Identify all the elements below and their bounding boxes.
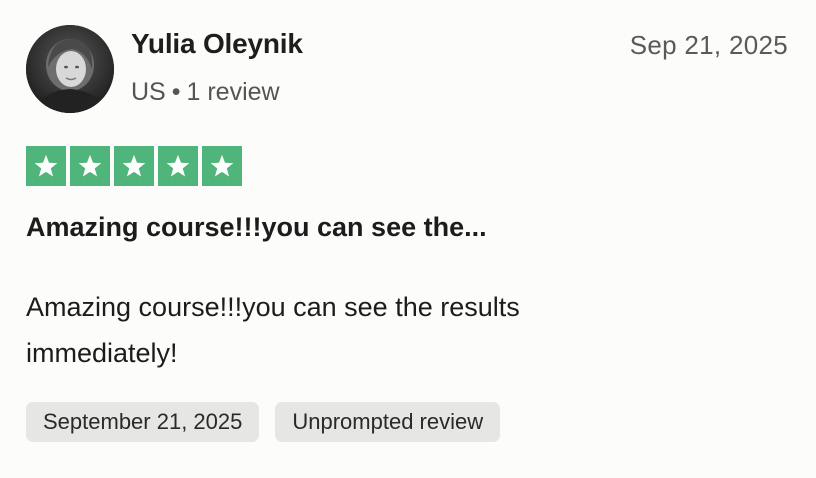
reviewer-country: US xyxy=(131,78,166,106)
star-rating xyxy=(26,146,242,186)
reviewer-meta: US • 1 review xyxy=(131,78,280,107)
review-tags: September 21, 2025 Unprompted review xyxy=(26,402,501,442)
star-icon xyxy=(70,146,110,186)
review-card: Yulia Oleynik US • 1 review Sep 21, 2025 A… xyxy=(0,0,816,478)
review-body: Amazing course!!!you can see the results… xyxy=(26,292,520,368)
star-icon xyxy=(202,146,242,186)
star-icon xyxy=(26,146,66,186)
review-date: Sep 21, 2025 xyxy=(629,30,788,60)
meta-separator: • xyxy=(171,78,181,106)
reviewer-name[interactable]: Yulia Oleynik xyxy=(131,28,303,60)
unprompted-review-tag[interactable]: Unprompted review xyxy=(275,402,501,442)
star-icon xyxy=(114,146,154,186)
star-icon xyxy=(158,146,198,186)
date-of-experience-tag: September 21, 2025 xyxy=(26,402,260,442)
reviewer-review-count: 1 review xyxy=(186,78,280,106)
avatar[interactable] xyxy=(26,25,114,113)
review-title[interactable]: Amazing course!!!you can see the... xyxy=(26,212,487,243)
